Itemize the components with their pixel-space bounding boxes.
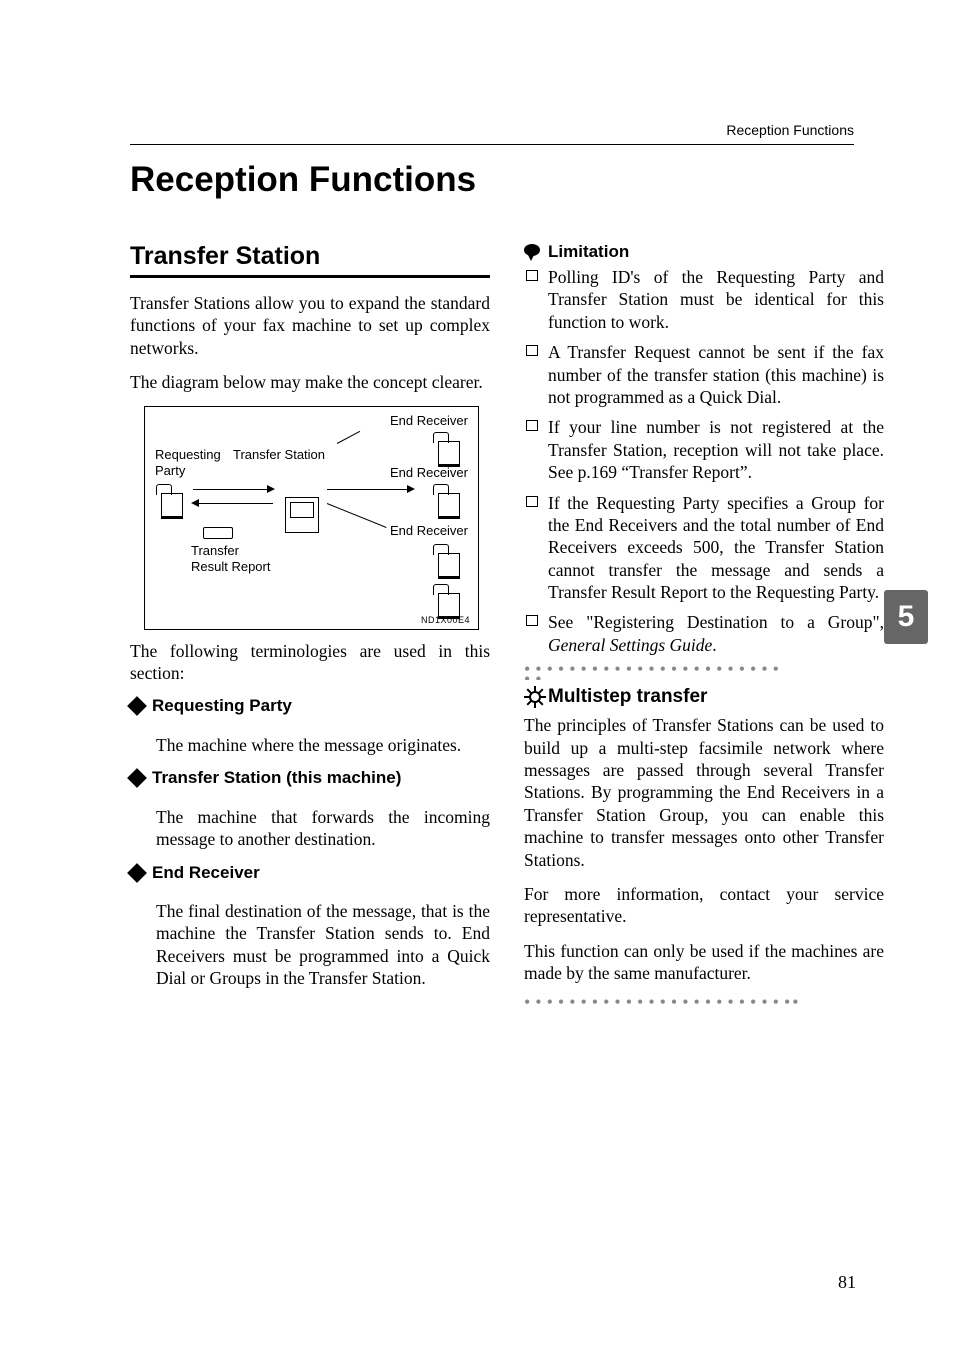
diagram-label: End Receiver — [390, 413, 468, 428]
right-column: Limitation Polling ID's of the Requestin… — [524, 242, 884, 1019]
limitation-heading: Limitation — [524, 242, 884, 262]
term-heading: Transfer Station (this machine) — [130, 768, 490, 788]
arrow-icon — [193, 503, 273, 504]
list-item: If your line number is not registered at… — [524, 416, 884, 483]
note-icon — [524, 244, 542, 260]
tip-title: Multistep transfer — [548, 686, 707, 708]
multistep-para-2: For more information, contact your servi… — [524, 883, 884, 928]
report-icon — [203, 527, 233, 539]
diagram-line — [337, 430, 360, 443]
left-column: Transfer Station Transfer Stations allow… — [130, 242, 490, 1019]
page-number: 81 — [838, 1272, 856, 1293]
chapter-tab: 5 — [884, 590, 928, 644]
separator-dots: •••••••••••••••••••••••• — [524, 997, 884, 1013]
diagram-label: Party — [155, 463, 185, 478]
arrow-icon — [327, 489, 413, 490]
term-heading: End Receiver — [130, 863, 490, 883]
separator-dots: ••••••••••••••••••••••••• — [524, 664, 884, 680]
list-item: See "Registering Destination to a Group"… — [524, 611, 884, 656]
diagram-label: Result Report — [191, 559, 270, 574]
tip-heading: Multistep transfer — [524, 686, 884, 708]
terminology-intro: The following terminologies are used in … — [130, 640, 490, 685]
see-ref-italic: General Settings Guide — [548, 635, 712, 655]
arrow-icon — [193, 489, 273, 490]
fax-icon — [438, 553, 460, 579]
section-heading: Transfer Station — [130, 242, 490, 271]
diagram-label: Transfer — [191, 543, 239, 558]
diamond-icon — [127, 863, 147, 883]
fax-icon — [161, 493, 183, 519]
fax-icon — [438, 441, 460, 467]
term-title: Requesting Party — [152, 696, 292, 716]
heading-rule — [130, 275, 490, 278]
page-title: Reception Functions — [130, 160, 884, 200]
diagram-label: End Receiver — [390, 465, 468, 480]
transfer-diagram: End Receiver Requesting Transfer Station… — [144, 406, 479, 630]
header-rule — [130, 144, 854, 145]
diagram-label: End Receiver — [390, 523, 468, 538]
limitation-list: Polling ID's of the Requesting Party and… — [524, 266, 884, 656]
tip-icon — [524, 686, 546, 708]
list-item: Polling ID's of the Requesting Party and… — [524, 266, 884, 333]
term-body: The final destination of the message, th… — [156, 900, 490, 990]
list-item: A Transfer Request cannot be sent if the… — [524, 341, 884, 408]
diagram-line — [327, 503, 387, 528]
diagram-label: Transfer Station — [233, 447, 325, 462]
term-body: The machine that forwards the incoming m… — [156, 806, 490, 851]
intro-para-1: Transfer Stations allow you to expand th… — [130, 292, 490, 359]
see-ref-suffix: . — [712, 635, 716, 655]
diagram-code: ND1X00E4 — [421, 615, 470, 625]
diagram-label: Requesting — [155, 447, 221, 462]
see-ref-prefix: See "Registering Destination to a Group"… — [548, 612, 884, 632]
diamond-icon — [127, 768, 147, 788]
term-title: Transfer Station (this machine) — [152, 768, 401, 788]
intro-para-2: The diagram below may make the concept c… — [130, 371, 490, 393]
fax-icon — [438, 493, 460, 519]
term-title: End Receiver — [152, 863, 260, 883]
transfer-station-icon — [285, 497, 319, 533]
list-item: If the Requesting Party specifies a Grou… — [524, 492, 884, 604]
multistep-para-1: The principles of Transfer Stations can … — [524, 714, 884, 871]
multistep-para-3: This function can only be used if the ma… — [524, 940, 884, 985]
term-heading: Requesting Party — [130, 696, 490, 716]
running-head: Reception Functions — [726, 122, 854, 138]
diamond-icon — [127, 696, 147, 716]
limitation-label: Limitation — [548, 242, 629, 262]
term-body: The machine where the message originates… — [156, 734, 490, 756]
